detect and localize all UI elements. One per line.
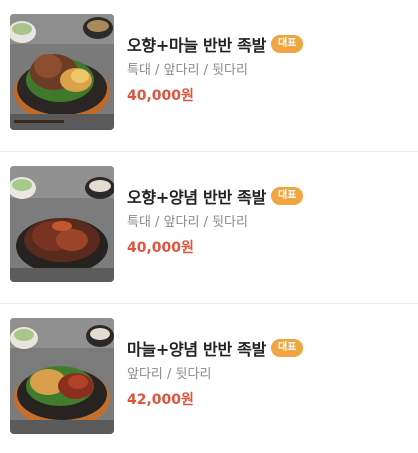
- menu-item-title-row: 오향+마늘 반반 족발 대표: [127, 32, 410, 56]
- menu-item-options: 특대 / 앞다리 / 뒷다리: [127, 63, 248, 78]
- menu-list: 오향+마늘 반반 족발 대표 특대 / 앞다리 / 뒷다리 40,000원 오향…: [0, 0, 418, 453]
- signature-badge: 대표: [271, 35, 304, 53]
- menu-item-name: 오향+양념 반반 족발: [127, 188, 267, 207]
- jokbal-photo-icon: [10, 14, 114, 130]
- menu-item-name: 마늘+양념 반반 족발: [127, 340, 267, 359]
- menu-item-price: 40,000원: [127, 88, 194, 104]
- menu-item-price: 40,000원: [127, 240, 194, 256]
- menu-item-title-row: 마늘+양념 반반 족발 대표: [127, 336, 410, 360]
- menu-item-photo[interactable]: [10, 318, 114, 434]
- jokbal-photo-icon: [10, 166, 114, 282]
- menu-item-title-row: 오향+양념 반반 족발 대표: [127, 184, 410, 208]
- menu-item[interactable]: 오향+양념 반반 족발 대표 특대 / 앞다리 / 뒷다리 40,000원: [0, 152, 418, 304]
- menu-item[interactable]: 마늘+양념 반반 족발 대표 앞다리 / 뒷다리 42,000원: [0, 304, 418, 453]
- menu-item-options: 앞다리 / 뒷다리: [127, 367, 212, 382]
- jokbal-photo-icon: [10, 318, 114, 434]
- menu-item-info: 마늘+양념 반반 족발 대표 앞다리 / 뒷다리 42,000원: [127, 336, 410, 409]
- menu-item-name: 오향+마늘 반반 족발: [127, 36, 267, 55]
- menu-item-price: 42,000원: [127, 392, 194, 408]
- menu-item-info: 오향+양념 반반 족발 대표 특대 / 앞다리 / 뒷다리 40,000원: [127, 184, 410, 257]
- menu-item-options: 특대 / 앞다리 / 뒷다리: [127, 215, 248, 230]
- menu-item-info: 오향+마늘 반반 족발 대표 특대 / 앞다리 / 뒷다리 40,000원: [127, 32, 410, 105]
- menu-item-photo[interactable]: [10, 14, 114, 130]
- signature-badge: 대표: [271, 187, 304, 205]
- menu-item-photo[interactable]: [10, 166, 114, 282]
- menu-item[interactable]: 오향+마늘 반반 족발 대표 특대 / 앞다리 / 뒷다리 40,000원: [0, 0, 418, 152]
- signature-badge: 대표: [271, 339, 304, 357]
